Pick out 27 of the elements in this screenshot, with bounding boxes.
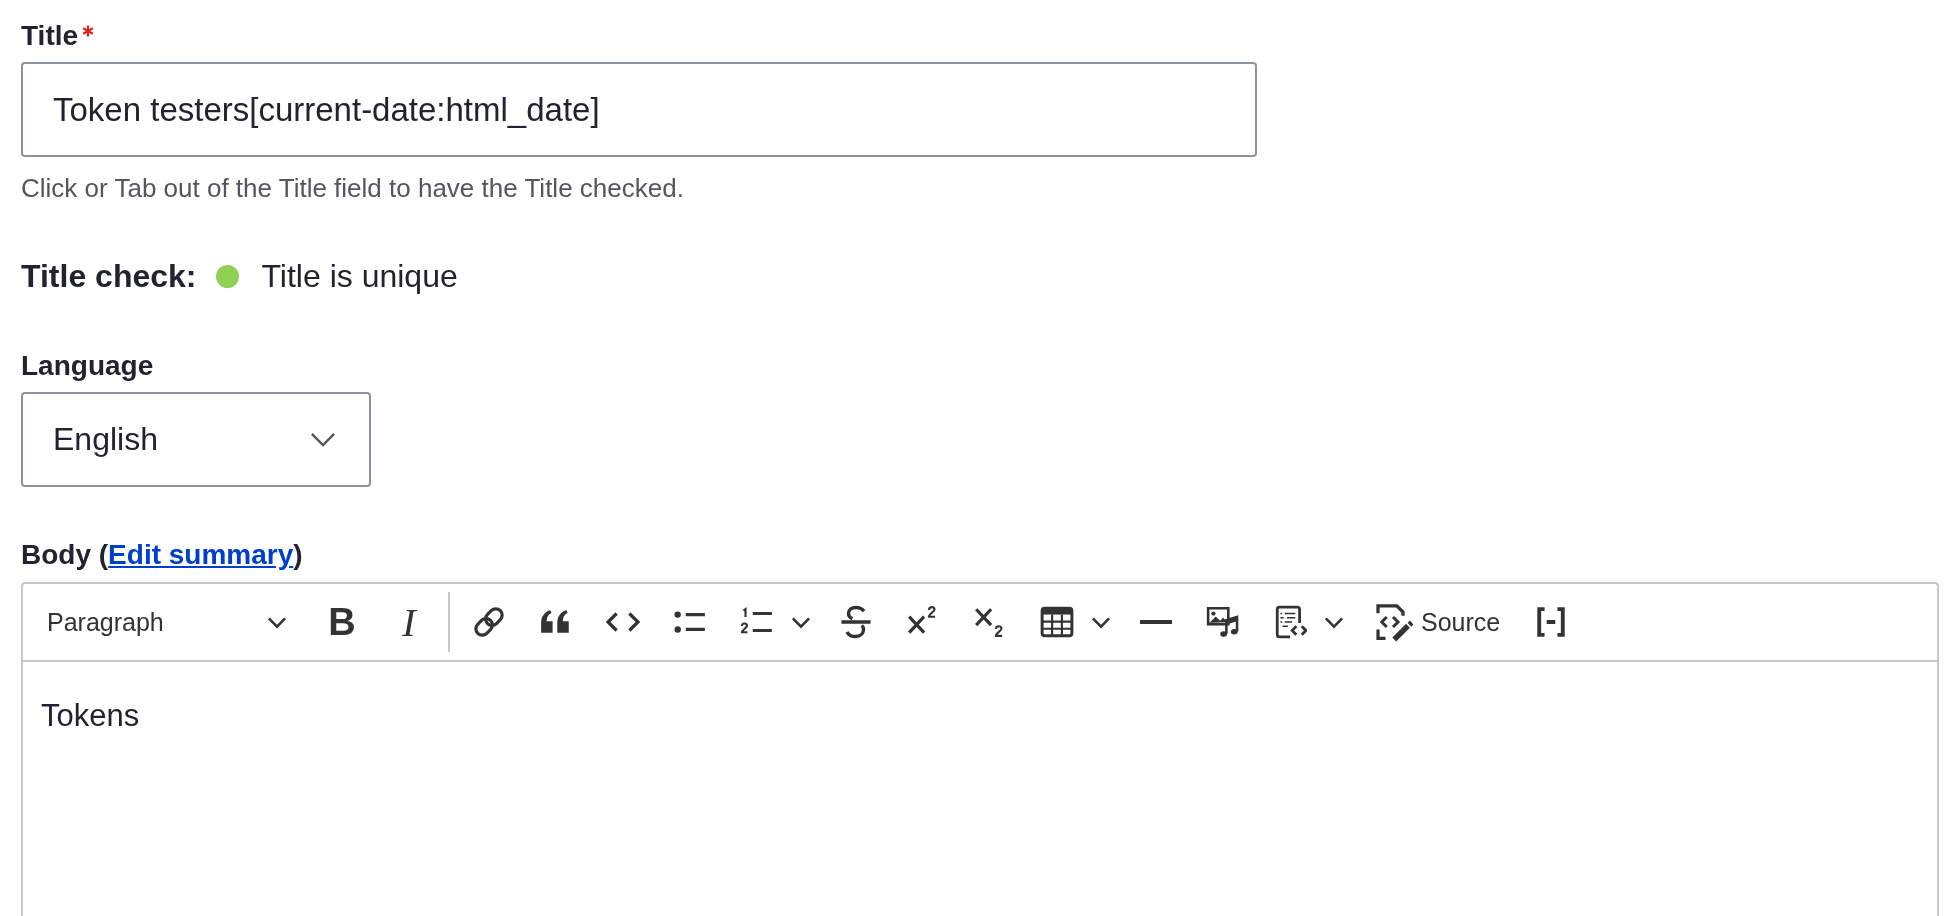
title-check-status: Title is unique (261, 257, 458, 295)
chevron-down-icon (1091, 615, 1111, 629)
source-button[interactable]: Source (1361, 594, 1513, 650)
body-paragraph: Tokens (41, 697, 140, 735)
strikethrough-icon (839, 605, 873, 639)
table-icon (1040, 605, 1074, 639)
format-dropdown[interactable]: Paragraph (31, 594, 303, 650)
chevron-down-icon (267, 615, 287, 629)
source-edit-icon (1373, 602, 1413, 642)
body-editor-area[interactable]: Tokens (23, 662, 1937, 916)
bold-button[interactable]: B (314, 594, 370, 650)
title-label: Title (21, 19, 79, 53)
chevron-down-icon (1324, 615, 1344, 629)
image-music-icon (1206, 605, 1240, 639)
title-input[interactable]: Token testers[current-date:html_date] (21, 62, 1257, 157)
chevron-down-icon (310, 432, 336, 447)
link-icon (472, 605, 506, 639)
code-block-icon (1273, 605, 1307, 639)
field-description: Click or Tab out of the Title field to have the Title checked. (21, 172, 684, 204)
language-select[interactable]: English (21, 392, 371, 487)
body-label: Body (Edit summary) (21, 538, 303, 572)
italic-button[interactable]: I (381, 594, 437, 650)
edit-summary-link[interactable]: Edit summary (108, 539, 294, 570)
chevron-down-icon (791, 615, 811, 629)
title-check-label: Title check: (21, 257, 197, 295)
fullscreen-icon (1537, 607, 1566, 637)
language-label: Language (21, 349, 154, 383)
